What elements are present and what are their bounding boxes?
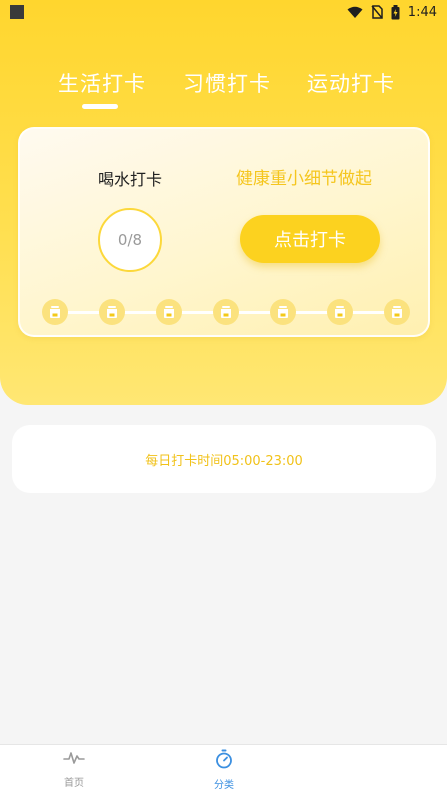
progress-circle: 0/8 xyxy=(98,208,162,272)
bottom-nav: 首页 分类 xyxy=(0,744,447,794)
cup-icon xyxy=(384,299,410,325)
notification-icon xyxy=(10,5,24,19)
checkin-button[interactable]: 点击打卡 xyxy=(240,215,380,263)
cup-icon xyxy=(156,299,182,325)
checkin-card: 喝水打卡 健康重小细节做起 0/8 点击打卡 xyxy=(18,127,430,337)
active-tab-indicator xyxy=(82,104,118,109)
status-bar: 1:44 xyxy=(0,0,447,24)
nav-label-category: 分类 xyxy=(214,780,234,791)
tab-life[interactable]: 生活打卡 xyxy=(58,68,146,98)
cup-icon xyxy=(327,299,353,325)
nav-item-home[interactable]: 首页 xyxy=(34,749,114,793)
wifi-icon xyxy=(347,6,363,19)
stopwatch-icon xyxy=(214,749,234,773)
no-sim-icon xyxy=(371,5,383,19)
checkin-time-text: 每日打卡时间05:00-23:00 xyxy=(145,453,303,469)
progress-text: 0/8 xyxy=(117,231,143,249)
cup-icon xyxy=(42,299,68,325)
nav-item-category[interactable]: 分类 xyxy=(184,749,264,793)
tab-sport[interactable]: 运动打卡 xyxy=(307,68,395,98)
cup-icon xyxy=(270,299,296,325)
habit-name: 喝水打卡 xyxy=(98,170,163,189)
clock-time: 1:44 xyxy=(407,4,437,20)
nav-label-home: 首页 xyxy=(64,778,84,789)
cup-icon xyxy=(99,299,125,325)
slogan: 健康重小细节做起 xyxy=(236,169,372,189)
battery-icon xyxy=(391,4,400,20)
pulse-icon xyxy=(63,749,85,771)
progress-timeline xyxy=(42,299,410,325)
tab-bar: 生活打卡 习惯打卡 运动打卡 xyxy=(0,68,447,112)
tab-habit[interactable]: 习惯打卡 xyxy=(183,68,271,98)
info-card: 每日打卡时间05:00-23:00 xyxy=(12,425,436,493)
cup-icon xyxy=(213,299,239,325)
